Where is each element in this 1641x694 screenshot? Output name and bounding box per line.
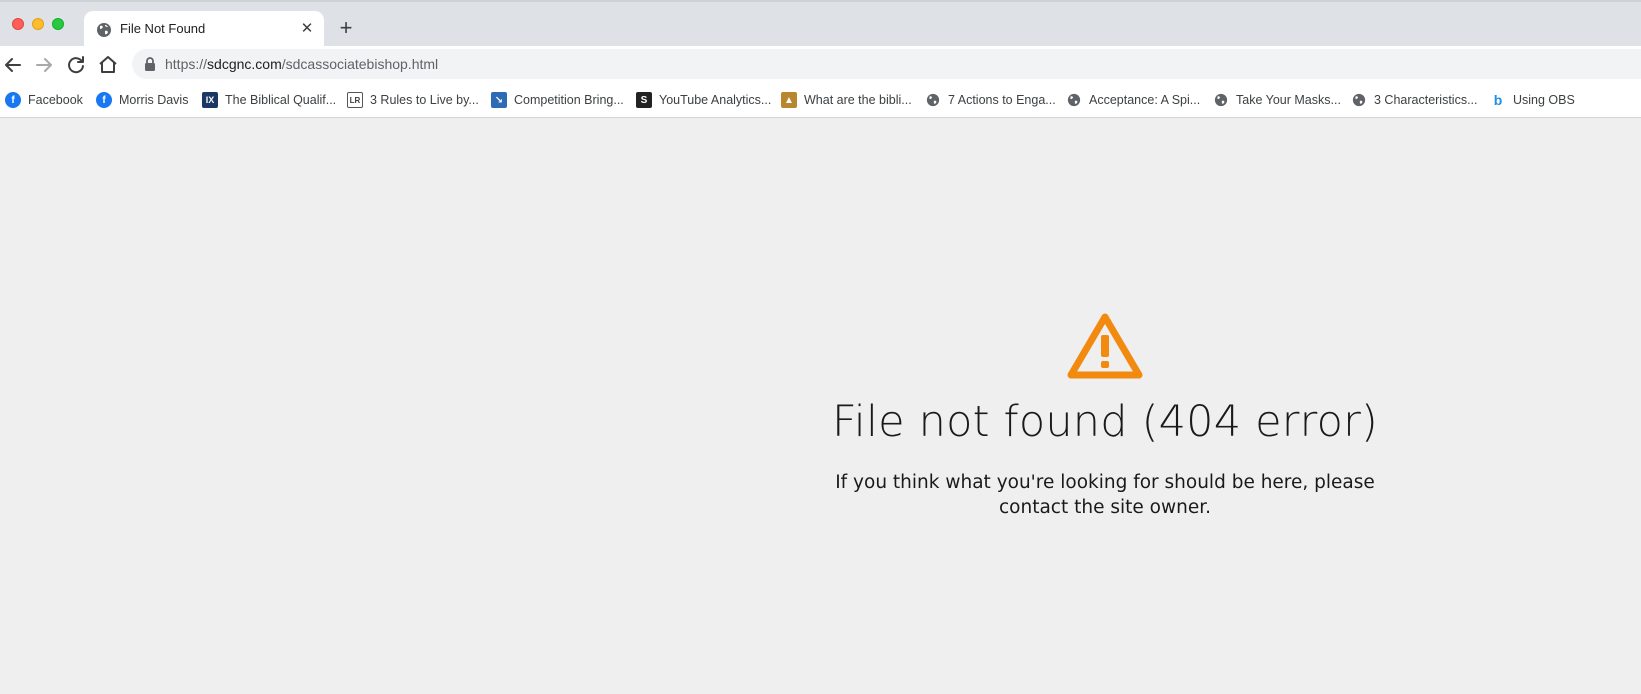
page-content: File not found (404 error) If you think … (0, 118, 1641, 694)
globe-icon (1066, 92, 1082, 108)
error-block: File not found (404 error) If you think … (780, 313, 1430, 520)
facebook-icon: f (96, 92, 112, 108)
image-icon: ▲ (781, 92, 797, 108)
book-icon: LR (347, 92, 363, 108)
close-window-button[interactable] (12, 18, 24, 30)
bookmark-youtube-analytics[interactable]: S YouTube Analytics... (636, 90, 771, 110)
bookmark-facebook[interactable]: f Facebook (5, 90, 83, 110)
bookmark-using-obs[interactable]: b Using OBS (1490, 90, 1575, 110)
arrow-left-icon[interactable] (1, 53, 25, 77)
ix-icon: IX (202, 92, 218, 108)
minimize-window-button[interactable] (32, 18, 44, 30)
globe-icon (96, 22, 112, 38)
error-message: If you think what you're looking for sho… (835, 472, 1375, 519)
globe-icon (1213, 92, 1229, 108)
bookmark-3-rules[interactable]: LR 3 Rules to Live by... (347, 90, 479, 110)
warning-triangle-icon (1067, 313, 1143, 379)
bookmarks-bar: f Facebook f Morris Davis IX The Biblica… (0, 82, 1641, 118)
error-title: File not found (404 error) (832, 397, 1378, 447)
maximize-window-button[interactable] (52, 18, 64, 30)
lock-icon[interactable] (144, 57, 156, 71)
address-bar[interactable]: https://sdcgnc.com/sdcassociatebishop.ht… (132, 49, 1641, 79)
globe-icon (925, 92, 941, 108)
browser-window: File Not Found ✕ + https://sdcgnc.com/sd… (0, 0, 1641, 694)
bookmark-competition[interactable]: ↘ Competition Bring... (491, 90, 624, 110)
tab-file-not-found[interactable]: File Not Found ✕ (84, 11, 324, 48)
bookmark-take-your-masks[interactable]: Take Your Masks... (1213, 90, 1341, 110)
url-text: https://sdcgnc.com/sdcassociatebishop.ht… (165, 56, 439, 72)
bookmark-what-are-the-bibli[interactable]: ▲ What are the bibli... (781, 90, 912, 110)
tab-strip: File Not Found ✕ + (0, 0, 1641, 48)
bookmark-acceptance[interactable]: Acceptance: A Spi... (1066, 90, 1200, 110)
s-icon: S (636, 92, 652, 108)
globe-icon (1351, 92, 1367, 108)
bookmark-7-actions[interactable]: 7 Actions to Enga... (925, 90, 1056, 110)
new-tab-button[interactable]: + (334, 16, 358, 40)
arrow-icon: ↘ (491, 92, 507, 108)
facebook-icon: f (5, 92, 21, 108)
reload-icon[interactable] (64, 53, 88, 77)
arrow-right-icon[interactable] (32, 53, 56, 77)
tab-title: File Not Found (120, 21, 206, 36)
bookmark-biblical-qualif[interactable]: IX The Biblical Qualif... (202, 90, 336, 110)
home-icon[interactable] (96, 53, 120, 77)
bing-icon: b (1493, 92, 1503, 108)
bookmark-morris-davis[interactable]: f Morris Davis (96, 90, 188, 110)
toolbar: https://sdcgnc.com/sdcassociatebishop.ht… (0, 46, 1641, 82)
bookmark-3-characteristics[interactable]: 3 Characteristics... (1351, 90, 1478, 110)
close-icon[interactable]: ✕ (298, 20, 316, 38)
